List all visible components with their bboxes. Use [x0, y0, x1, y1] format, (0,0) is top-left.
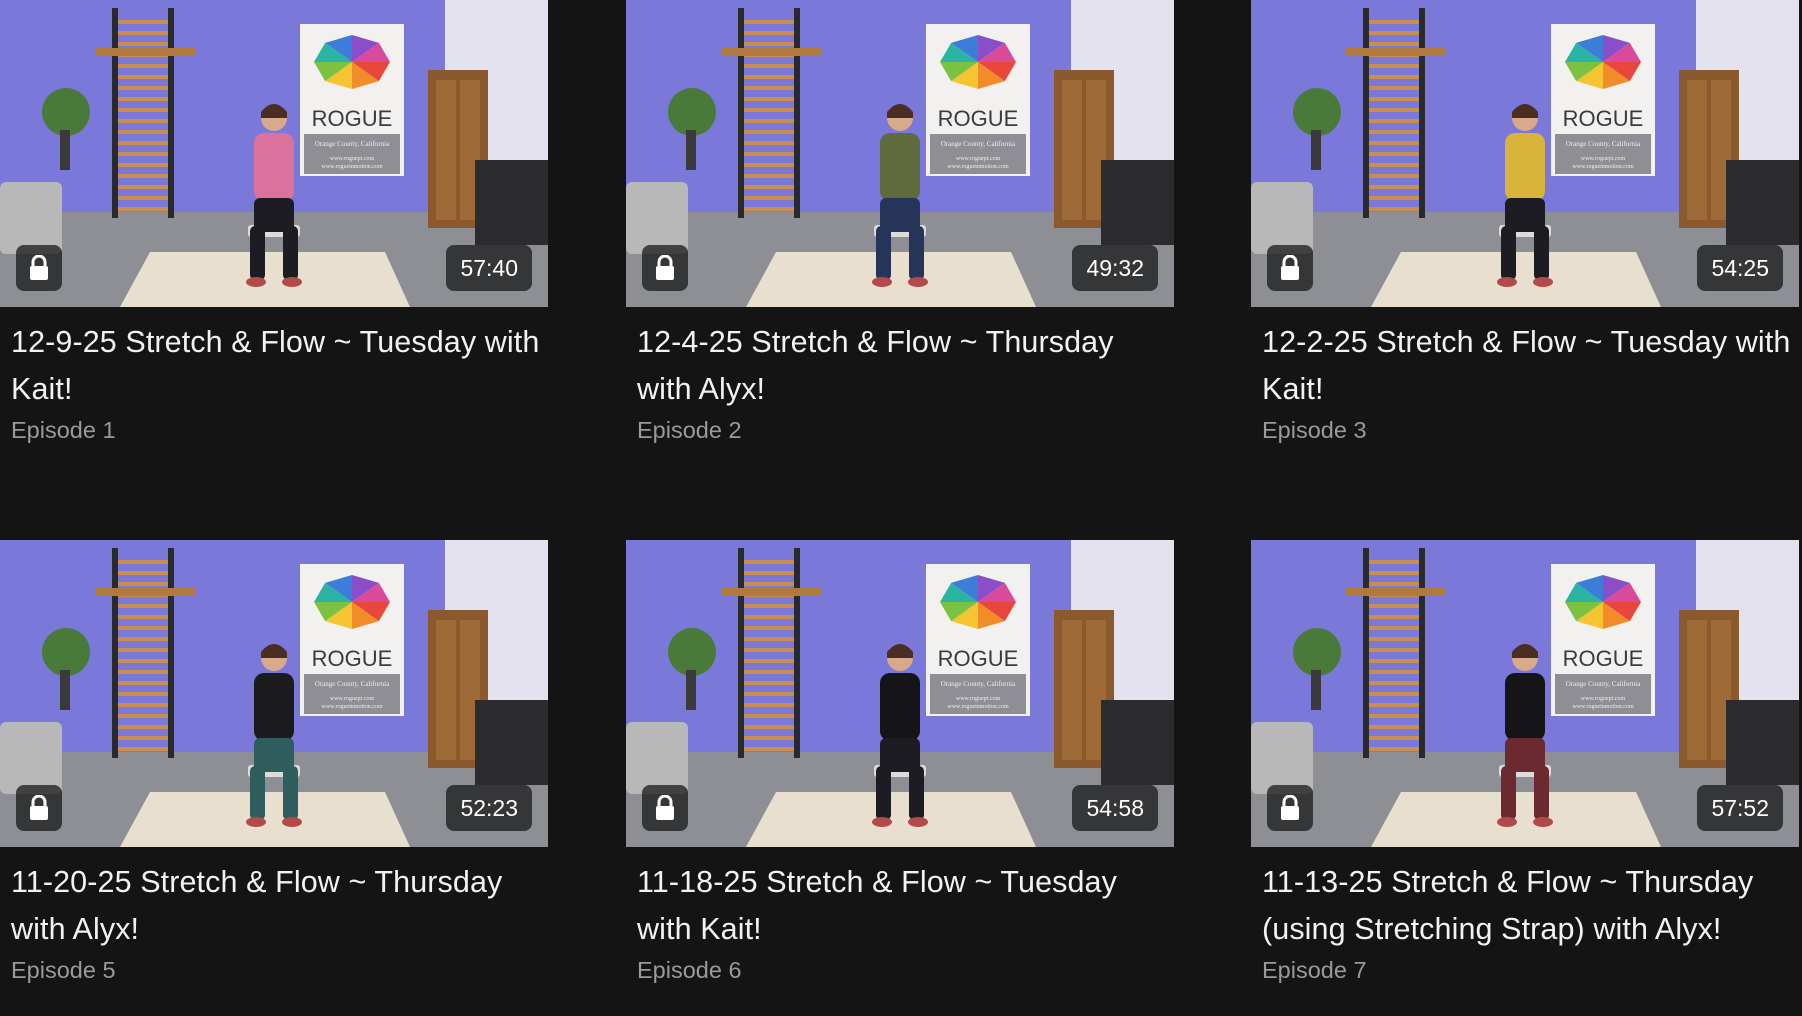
poster-location-text: Orange County, California	[941, 140, 1016, 148]
video-grid: ROGUE Orange County, California www.roguep…	[0, 0, 1802, 1016]
duration-badge: 57:40	[446, 245, 532, 291]
lock-icon	[16, 245, 62, 291]
poster-url-1: www.roguept.com	[1581, 156, 1626, 162]
poster-url-2: www.rogueinmotion.com	[321, 704, 383, 710]
video-card[interactable]: ROGUE Orange County, California www.roguep…	[1251, 0, 1799, 445]
lock-icon	[1267, 245, 1313, 291]
episode-label: Episode 7	[1262, 957, 1367, 983]
poster-url-2: www.rogueinmotion.com	[947, 704, 1009, 710]
episode-label: Episode 2	[637, 417, 742, 443]
poster-url-2: www.rogueinmotion.com	[947, 164, 1009, 170]
video-thumbnail[interactable]: ROGUE Orange County, California www.roguep…	[1251, 0, 1799, 307]
poster-brand-text: ROGUE	[938, 106, 1019, 131]
poster-brand-text: ROGUE	[1563, 106, 1644, 131]
video-card[interactable]: ROGUE Orange County, California www.roguep…	[626, 0, 1174, 445]
lock-icon	[642, 785, 688, 831]
lock-icon	[642, 245, 688, 291]
episode-label: Episode 3	[1262, 417, 1367, 443]
poster-location-text: Orange County, California	[1566, 140, 1641, 148]
poster-url-1: www.roguept.com	[956, 696, 1001, 702]
poster-location-text: Orange County, California	[941, 680, 1016, 688]
rogue-poster: ROGUE Orange County, California www.roguep…	[1551, 564, 1655, 716]
poster-location-text: Orange County, California	[1566, 680, 1641, 688]
episode-label: Episode 1	[11, 417, 116, 443]
duration-badge: 54:25	[1697, 245, 1783, 291]
video-thumbnail[interactable]: ROGUE Orange County, California www.roguep…	[0, 540, 548, 847]
poster-url-1: www.roguept.com	[1581, 696, 1626, 702]
duration-badge: 54:58	[1072, 785, 1158, 831]
video-card[interactable]: ROGUE Orange County, California www.roguep…	[1251, 540, 1799, 985]
lock-icon	[16, 785, 62, 831]
poster-location-text: Orange County, California	[315, 680, 390, 688]
rogue-poster: ROGUE Orange County, California www.roguep…	[300, 24, 404, 176]
poster-brand-text: ROGUE	[938, 646, 1019, 671]
episode-label: Episode 5	[11, 957, 116, 983]
poster-brand-text: ROGUE	[312, 646, 393, 671]
rogue-poster: ROGUE Orange County, California www.roguep…	[926, 24, 1030, 176]
duration-badge: 57:52	[1697, 785, 1783, 831]
rogue-poster: ROGUE Orange County, California www.roguep…	[926, 564, 1030, 716]
video-thumbnail[interactable]: ROGUE Orange County, California www.roguep…	[626, 0, 1174, 307]
poster-url-1: www.roguept.com	[330, 696, 375, 702]
video-card[interactable]: ROGUE Orange County, California www.roguep…	[626, 540, 1174, 985]
video-title[interactable]: 11-13-25 Stretch & Flow ~ Thursday (usin…	[1262, 859, 1792, 953]
video-title[interactable]: 12-4-25 Stretch & Flow ~ Thursday with A…	[637, 319, 1167, 413]
video-thumbnail[interactable]: ROGUE Orange County, California www.roguep…	[0, 0, 548, 307]
poster-brand-text: ROGUE	[1563, 646, 1644, 671]
episode-label: Episode 6	[637, 957, 742, 983]
duration-badge: 52:23	[446, 785, 532, 831]
video-card[interactable]: ROGUE Orange County, California www.roguep…	[0, 540, 548, 985]
rogue-poster: ROGUE Orange County, California www.roguep…	[1551, 24, 1655, 176]
video-thumbnail[interactable]: ROGUE Orange County, California www.roguep…	[626, 540, 1174, 847]
video-title[interactable]: 12-2-25 Stretch & Flow ~ Tuesday with Ka…	[1262, 319, 1792, 413]
video-title[interactable]: 11-20-25 Stretch & Flow ~ Thursday with …	[11, 859, 541, 953]
video-title[interactable]: 12-9-25 Stretch & Flow ~ Tuesday with Ka…	[11, 319, 541, 413]
poster-url-1: www.roguept.com	[956, 156, 1001, 162]
poster-url-2: www.rogueinmotion.com	[1572, 164, 1634, 170]
video-card[interactable]: ROGUE Orange County, California www.roguep…	[0, 0, 548, 445]
poster-brand-text: ROGUE	[312, 106, 393, 131]
video-thumbnail[interactable]: ROGUE Orange County, California www.roguep…	[1251, 540, 1799, 847]
poster-url-2: www.rogueinmotion.com	[321, 164, 383, 170]
video-title[interactable]: 11-18-25 Stretch & Flow ~ Tuesday with K…	[637, 859, 1167, 953]
poster-url-1: www.roguept.com	[330, 156, 375, 162]
lock-icon	[1267, 785, 1313, 831]
duration-badge: 49:32	[1072, 245, 1158, 291]
poster-location-text: Orange County, California	[315, 140, 390, 148]
poster-url-2: www.rogueinmotion.com	[1572, 704, 1634, 710]
rogue-poster: ROGUE Orange County, California www.roguep…	[300, 564, 404, 716]
